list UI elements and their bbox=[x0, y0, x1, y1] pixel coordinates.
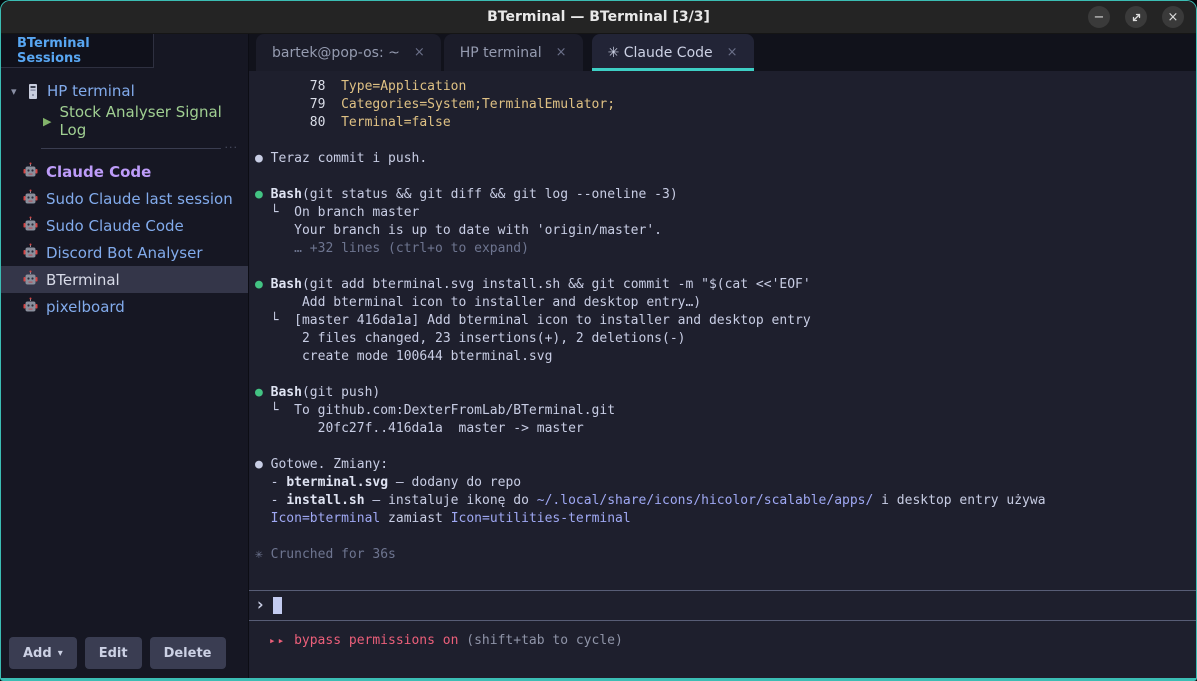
terminal-line: - install.sh — instaluje ikonę do ~/.loc… bbox=[255, 492, 1196, 510]
sidebar-footer: Add ▾ Edit Delete bbox=[1, 637, 248, 678]
terminal-line: - bterminal.svg — dodany do repo bbox=[255, 474, 1196, 492]
terminal-line: 20fc27f..416da1a master -> master bbox=[255, 420, 1196, 438]
terminal-line: ● Teraz commit i push. bbox=[255, 150, 1196, 168]
robot-icon bbox=[23, 270, 38, 290]
tree-item-hp-terminal[interactable]: ▾ HP terminal bbox=[1, 76, 248, 106]
terminal-line: 2 files changed, 23 insertions(+), 2 del… bbox=[255, 330, 1196, 348]
close-button[interactable]: × bbox=[1162, 6, 1184, 28]
terminal-line bbox=[255, 258, 1196, 276]
terminal-line: create mode 100644 bterminal.svg bbox=[255, 348, 1196, 366]
add-button[interactable]: Add ▾ bbox=[9, 637, 77, 669]
titlebar: BTerminal — BTerminal [3/3] − × bbox=[1, 1, 1196, 34]
terminal-line bbox=[255, 132, 1196, 150]
terminal-line bbox=[255, 528, 1196, 546]
caret-down-icon: ▾ bbox=[58, 648, 63, 659]
terminal-line: ✳ Crunched for 36s bbox=[255, 546, 1196, 564]
window-title: BTerminal — BTerminal [3/3] bbox=[1, 9, 1196, 25]
maximize-button[interactable] bbox=[1125, 6, 1147, 28]
permissions-hint-text: (shift+tab to cycle) bbox=[458, 633, 622, 648]
terminal-line bbox=[255, 438, 1196, 456]
terminal-line: Icon=bterminal zamiast Icon=utilities-te… bbox=[255, 510, 1196, 528]
session-item-discord-bot-analyser[interactable]: Discord Bot Analyser bbox=[1, 239, 248, 266]
terminal-line: ● Bash(git add bterminal.svg install.sh … bbox=[255, 276, 1196, 294]
terminal-line: ● Bash(git status && git diff && git log… bbox=[255, 186, 1196, 204]
terminal-line: … +32 lines (ctrl+o to expand) bbox=[255, 240, 1196, 258]
sessions-sidebar: BTerminal Sessions ▾ HP terminal bbox=[1, 34, 249, 678]
play-icon: ▶ bbox=[43, 115, 51, 128]
session-label: pixelboard bbox=[46, 298, 125, 316]
bterminal-window: BTerminal — BTerminal [3/3] − × BTermina… bbox=[0, 0, 1197, 681]
session-label: Claude Code bbox=[46, 163, 151, 181]
tab-label: ✳ Claude Code bbox=[608, 45, 713, 61]
sidebar-divider: ··· bbox=[41, 144, 238, 152]
sessions-header: BTerminal Sessions bbox=[1, 34, 154, 68]
close-tab-icon[interactable]: × bbox=[414, 45, 425, 60]
terminal-line: └ [master 416da1a] Add bterminal icon to… bbox=[255, 312, 1196, 330]
window-controls: − × bbox=[1088, 6, 1196, 28]
close-icon: × bbox=[1168, 11, 1179, 24]
session-label: Discord Bot Analyser bbox=[46, 244, 202, 262]
robot-icon bbox=[23, 162, 38, 182]
session-item-sudo-claude-code[interactable]: Sudo Claude Code bbox=[1, 212, 248, 239]
tree-item-label: HP terminal bbox=[47, 82, 135, 100]
robot-icon bbox=[23, 297, 38, 317]
session-label: BTerminal bbox=[46, 271, 120, 289]
terminal-line: └ On branch master bbox=[255, 204, 1196, 222]
robot-icon bbox=[23, 216, 38, 236]
tab-bar: bartek@pop-os: ~ × HP terminal × ✳ Claud… bbox=[249, 34, 1196, 71]
main-area: bartek@pop-os: ~ × HP terminal × ✳ Claud… bbox=[249, 34, 1196, 678]
close-tab-icon[interactable]: × bbox=[727, 45, 738, 60]
terminal-line: ● Gotowe. Zmiany: bbox=[255, 456, 1196, 474]
text-cursor bbox=[273, 597, 282, 614]
terminal-line: 78 Type=Application bbox=[255, 78, 1196, 96]
session-label: Sudo Claude last session bbox=[46, 190, 233, 208]
terminal-line bbox=[255, 366, 1196, 384]
robot-icon bbox=[23, 243, 38, 263]
chevron-down-icon[interactable]: ▾ bbox=[11, 85, 27, 98]
tab-label: bartek@pop-os: ~ bbox=[272, 45, 400, 61]
maximize-icon bbox=[1131, 12, 1142, 23]
terminal-line bbox=[255, 168, 1196, 186]
terminal-line: Your branch is up to date with 'origin/m… bbox=[255, 222, 1196, 240]
session-item-pixelboard[interactable]: pixelboard bbox=[1, 293, 248, 320]
session-item-claude-code[interactable]: Claude Code bbox=[1, 158, 248, 185]
tab-hp-terminal[interactable]: HP terminal × bbox=[444, 34, 583, 71]
computer-icon bbox=[27, 83, 39, 100]
minimize-icon: − bbox=[1094, 11, 1105, 24]
session-item-bterminal[interactable]: BTerminal bbox=[1, 266, 248, 293]
minimize-button[interactable]: − bbox=[1088, 6, 1110, 28]
terminal-line: Add bterminal icon to installer and desk… bbox=[255, 294, 1196, 312]
terminal-line: ● Bash(git push) bbox=[255, 384, 1196, 402]
tree-item-label: Stock Analyser Signal Log bbox=[59, 103, 248, 139]
tab-label: HP terminal bbox=[460, 45, 542, 61]
permissions-mode-text: bypass permissions on bbox=[294, 633, 458, 648]
permissions-status-line: ▸▸ bypass permissions on (shift+tab to c… bbox=[249, 632, 1196, 650]
prompt-chevron-icon: › bbox=[255, 597, 265, 614]
edit-button[interactable]: Edit bbox=[85, 637, 142, 669]
robot-icon bbox=[23, 189, 38, 209]
session-tree: ▾ HP terminal ▶ Stock Analyser Signal Lo… bbox=[1, 68, 248, 136]
terminal-line: 80 Terminal=false bbox=[255, 114, 1196, 132]
session-item-sudo-claude-last-session[interactable]: Sudo Claude last session bbox=[1, 185, 248, 212]
terminal-line: └ To github.com:DexterFromLab/BTerminal.… bbox=[255, 402, 1196, 420]
terminal-pane: 78 Type=Application 79 Categories=System… bbox=[249, 71, 1196, 678]
terminal-output: 78 Type=Application 79 Categories=System… bbox=[249, 71, 1196, 564]
tree-item-stock-analyser[interactable]: ▶ Stock Analyser Signal Log bbox=[1, 106, 248, 136]
terminal-line: 79 Categories=System;TerminalEmulator; bbox=[255, 96, 1196, 114]
prompt-input[interactable]: › bbox=[249, 590, 1196, 621]
double-arrow-icon: ▸▸ bbox=[269, 634, 286, 647]
close-tab-icon[interactable]: × bbox=[556, 45, 567, 60]
session-label: Sudo Claude Code bbox=[46, 217, 184, 235]
tab-bartek-pop-os[interactable]: bartek@pop-os: ~ × bbox=[256, 34, 441, 71]
sidebar-header-row: BTerminal Sessions bbox=[1, 34, 248, 68]
tab-claude-code[interactable]: ✳ Claude Code × bbox=[592, 34, 754, 71]
delete-button[interactable]: Delete bbox=[150, 637, 226, 669]
session-list: Claude Code Sudo Claude last session Sud… bbox=[1, 158, 248, 320]
